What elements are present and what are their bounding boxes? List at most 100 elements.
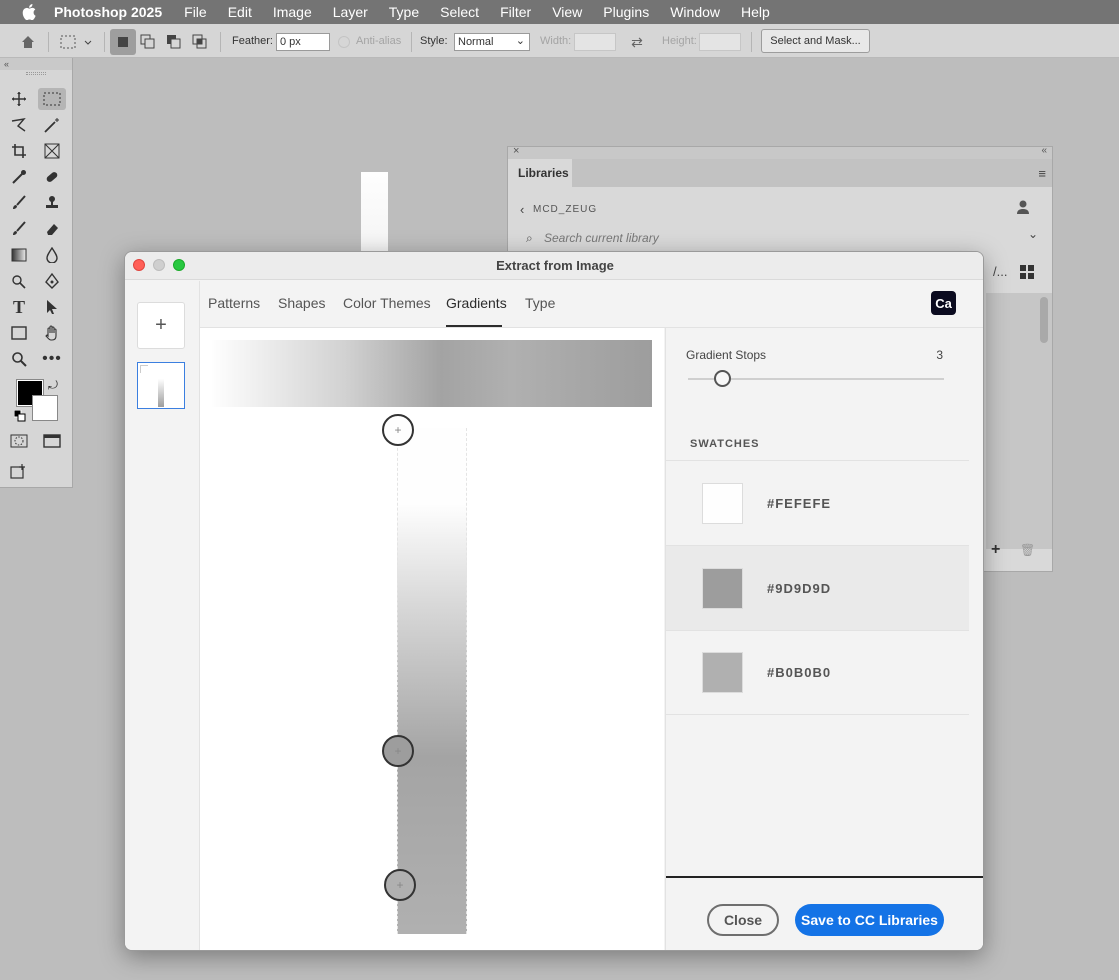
more-tools-icon[interactable]: •••	[40, 348, 64, 370]
collapse-panel-icon[interactable]: «	[1041, 145, 1047, 156]
menu-filter[interactable]: Filter	[500, 4, 531, 20]
tab-type[interactable]: Type	[525, 295, 555, 311]
swatch-row[interactable]: #9D9D9D	[666, 545, 969, 630]
menu-type[interactable]: Type	[389, 4, 419, 20]
tab-shapes[interactable]: Shapes	[278, 295, 325, 311]
pen-tool-icon[interactable]	[40, 270, 64, 292]
menu-select[interactable]: Select	[440, 4, 479, 20]
gradient-tool-icon[interactable]	[7, 244, 31, 266]
apple-icon[interactable]	[20, 3, 38, 21]
gradient-stops-value: 3	[936, 348, 943, 362]
move-tool-icon[interactable]	[7, 88, 31, 110]
thumbnail-corner	[140, 365, 148, 373]
marquee-preset-icon[interactable]	[56, 32, 96, 52]
crop-tool-icon[interactable]	[7, 140, 31, 162]
blur-tool-icon[interactable]	[40, 244, 64, 266]
library-search-dropdown-icon[interactable]: ⌄	[1028, 227, 1038, 241]
height-input[interactable]	[699, 33, 741, 51]
swatch-row[interactable]: #B0B0B0	[666, 630, 969, 715]
default-colors-icon[interactable]	[13, 409, 26, 422]
healing-brush-tool-icon[interactable]	[40, 166, 64, 188]
eyedropper-tool-icon[interactable]	[7, 166, 31, 188]
tab-gradients[interactable]: Gradients	[446, 295, 507, 311]
swap-colors-icon[interactable]: ⤾	[48, 378, 58, 393]
add-image-button[interactable]: +	[137, 302, 185, 349]
close-button[interactable]: Close	[707, 904, 779, 936]
add-library-item-icon[interactable]: +	[991, 541, 1000, 559]
back-chevron-icon[interactable]: ‹	[520, 202, 524, 217]
menu-plugins[interactable]: Plugins	[603, 4, 649, 20]
new-selection-icon[interactable]	[110, 29, 136, 55]
select-and-mask-button[interactable]: Select and Mask...	[761, 29, 870, 53]
library-search-input[interactable]: ⌕ Search current library	[522, 227, 1042, 249]
dodge-tool-icon[interactable]	[7, 270, 31, 292]
eraser-tool-icon[interactable]	[40, 218, 64, 240]
frame-tool-icon[interactable]	[40, 140, 64, 162]
swatch-row[interactable]: #FEFEFE	[666, 460, 969, 545]
image-sidebar: +	[125, 281, 200, 950]
add-selection-icon[interactable]	[138, 32, 158, 52]
handle-plus-icon: +	[394, 744, 402, 758]
menu-image[interactable]: Image	[273, 4, 312, 20]
active-tab-underline	[446, 325, 502, 327]
rectangle-tool-icon[interactable]	[7, 322, 31, 344]
grid-view-icon[interactable]	[1020, 265, 1034, 282]
home-icon[interactable]	[18, 32, 38, 52]
brush-tool-icon[interactable]	[7, 192, 31, 214]
magic-wand-tool-icon[interactable]	[40, 114, 64, 136]
window-zoom-button[interactable]	[173, 259, 185, 271]
antialias-checkbox[interactable]	[338, 36, 350, 48]
trash-icon[interactable]: 🗑	[1020, 543, 1035, 557]
swap-arrows-icon[interactable]: ⇄	[627, 33, 647, 51]
width-input[interactable]	[574, 33, 616, 51]
feather-input[interactable]: 0 px	[276, 33, 330, 51]
menu-layer[interactable]: Layer	[333, 4, 368, 20]
rect-marquee-tool-icon[interactable]	[38, 88, 66, 110]
style-select[interactable]: Normal ⌄	[454, 33, 530, 51]
collaborator-icon[interactable]	[1016, 199, 1032, 218]
clone-stamp-tool-icon[interactable]	[40, 192, 64, 214]
gradient-stop-handle-2[interactable]: +	[382, 735, 414, 767]
gradient-stops-slider-knob[interactable]	[714, 370, 732, 387]
screen-mode-icon[interactable]	[40, 430, 64, 452]
lasso-tool-icon[interactable]	[7, 114, 31, 136]
library-items-list	[986, 293, 1052, 549]
zoom-tool-icon[interactable]	[7, 348, 31, 370]
generative-tool-icon[interactable]	[7, 460, 31, 482]
history-brush-tool-icon[interactable]	[7, 218, 31, 240]
window-close-button[interactable]	[133, 259, 145, 271]
background-color-swatch[interactable]	[32, 395, 58, 421]
image-thumbnail[interactable]	[137, 362, 185, 409]
menu-help[interactable]: Help	[741, 4, 770, 20]
gradient-stop-handle-1[interactable]: +	[382, 414, 414, 446]
menu-window[interactable]: Window	[670, 4, 720, 20]
menu-view[interactable]: View	[552, 4, 582, 20]
subtract-selection-icon[interactable]	[164, 32, 184, 52]
list-view-icon[interactable]: /...	[993, 264, 1007, 279]
source-image-strip	[397, 428, 467, 934]
intersect-selection-icon[interactable]	[190, 32, 210, 52]
antialias-label: Anti-alias	[356, 35, 402, 47]
swatch-hex-value: #B0B0B0	[767, 665, 832, 680]
panel-menu-icon[interactable]: ≡	[1038, 166, 1046, 181]
tab-color-themes[interactable]: Color Themes	[343, 295, 431, 311]
menu-file[interactable]: File	[184, 4, 207, 20]
path-selection-tool-icon[interactable]	[40, 296, 64, 318]
tab-patterns[interactable]: Patterns	[208, 295, 260, 311]
library-scrollbar[interactable]	[1040, 297, 1048, 343]
quick-mask-icon[interactable]	[7, 430, 31, 452]
gradient-stops-slider[interactable]	[688, 370, 944, 387]
menu-edit[interactable]: Edit	[228, 4, 252, 20]
app-name-menu[interactable]: Photoshop 2025	[54, 4, 162, 20]
gradient-stop-handle-3[interactable]: +	[384, 869, 416, 901]
type-tool-icon[interactable]: T	[7, 296, 31, 318]
hand-tool-icon[interactable]	[40, 322, 64, 344]
toolbox-grip[interactable]	[26, 72, 46, 75]
library-name[interactable]: MCD_ZEUG	[533, 204, 597, 215]
save-to-cc-libraries-button[interactable]: Save to CC Libraries	[795, 904, 944, 936]
chevron-down-icon: ⌄	[515, 35, 525, 47]
collapse-toolbox-icon[interactable]: «	[0, 58, 72, 70]
tab-libraries[interactable]: Libraries	[508, 159, 572, 187]
close-panel-icon[interactable]: ×	[513, 145, 519, 157]
window-minimize-button[interactable]	[153, 259, 165, 271]
